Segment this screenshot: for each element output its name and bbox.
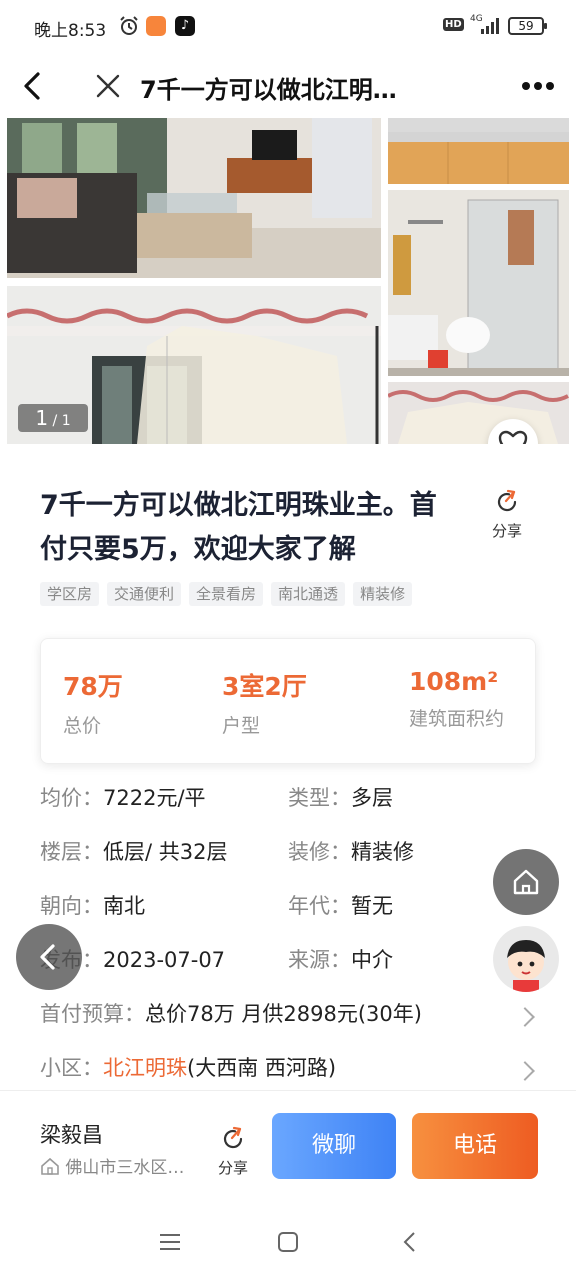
community-link[interactable]: 北江明珠 [103, 1056, 187, 1080]
chevron-right-icon [515, 1007, 535, 1027]
layout-value: 3室2厅 [222, 672, 307, 701]
hd-badge: HD [443, 18, 464, 31]
share-button[interactable]: 分享 [484, 488, 530, 541]
detail-budget-row[interactable]: 首付预算：总价78万 月供2898元(30年) [40, 998, 536, 1038]
share-label: 分享 [491, 522, 522, 540]
tag: 精装修 [353, 582, 413, 606]
status-time: 晚上8:53 [34, 21, 107, 41]
share-icon [223, 1126, 243, 1149]
signal-icon [480, 17, 502, 39]
tag-list: 学区房 交通便利 全景看房 南北通透 精装修 [40, 582, 413, 606]
home-square-icon[interactable] [277, 1231, 299, 1253]
photo-kitchen[interactable] [388, 118, 569, 184]
area-value: 108m² [409, 667, 499, 696]
tag: 交通便利 [107, 582, 182, 606]
top-nav-bar: 7千一方可以做北江明… [0, 56, 576, 118]
back-float-button[interactable] [16, 924, 82, 990]
assistant-avatar[interactable] [493, 926, 559, 992]
agent-location: 佛山市三水区… [40, 1153, 184, 1178]
photo-bathroom[interactable] [388, 190, 569, 376]
page-title: 7千一方可以做北江明… [140, 76, 397, 104]
home-icon [513, 869, 539, 895]
chevron-left-icon [40, 944, 55, 970]
battery-icon: 59 [508, 17, 547, 35]
bottom-action-bar: 梁毅昌 佛山市三水区… 分享 微聊 电话 [0, 1090, 576, 1202]
chat-button[interactable]: 微聊 [272, 1113, 396, 1179]
detail-decoration: 装修：精装修 [288, 840, 414, 864]
gallery-counter: 1 / 1 [18, 404, 88, 432]
tag: 南北通透 [271, 582, 346, 606]
share-label: 分享 [217, 1159, 248, 1177]
total-price-value: 78万 [63, 672, 123, 701]
home-float-button[interactable] [493, 849, 559, 915]
total-price: 78万 总价 [63, 667, 123, 738]
app-notification-icon [146, 16, 166, 36]
summary-card: 78万 总价 3室2厅 户型 108m² 建筑面积约 [40, 638, 536, 764]
back-arrow-icon[interactable] [16, 66, 56, 106]
area: 108m² 建筑面积约 [409, 667, 504, 731]
photo-living-room[interactable] [7, 118, 381, 278]
more-dots-icon[interactable] [516, 66, 560, 106]
tiktok-icon: ♪ [175, 16, 195, 36]
detail-type: 类型：多层 [288, 786, 393, 810]
tag: 全景看房 [189, 582, 264, 606]
alarm-clock-icon [118, 15, 140, 41]
photo-gallery[interactable] [0, 118, 576, 444]
photo-bedroom-2[interactable] [388, 382, 569, 444]
layout: 3室2厅 户型 [222, 667, 307, 738]
tag: 学区房 [40, 582, 100, 606]
detail-year: 年代：暂无 [288, 894, 393, 918]
close-icon[interactable] [88, 66, 128, 106]
layout-label: 户型 [222, 715, 261, 737]
call-button[interactable]: 电话 [412, 1113, 538, 1179]
system-navigation-bar [0, 1202, 576, 1280]
status-bar: 晚上8:53 ♪ HD 4G 59 [0, 0, 576, 56]
menu-icon[interactable] [158, 1232, 182, 1252]
share-icon [497, 489, 517, 512]
house-icon [41, 1157, 59, 1175]
total-price-label: 总价 [63, 715, 102, 737]
listing-title: 7千一方可以做北江明珠业主。首付只要5万，欢迎大家了解 [40, 490, 437, 565]
detail-floor: 楼层：低层/ 共32层 [40, 840, 228, 864]
detail-unit-price: 均价：7222元/平 [40, 786, 206, 810]
listing-content: 7千一方可以做北江明珠业主。首付只要5万，欢迎大家了解 分享 学区房 交通便利 … [0, 444, 576, 1090]
share-button-bottom[interactable]: 分享 [214, 1125, 252, 1178]
detail-source: 来源：中介 [288, 948, 393, 972]
area-label: 建筑面积约 [409, 708, 505, 730]
detail-community-row[interactable]: 小区：北江明珠(大西南 西河路) [40, 1052, 536, 1090]
system-back-icon[interactable] [400, 1231, 420, 1253]
chevron-right-icon [515, 1061, 535, 1081]
agent-name: 梁毅昌 [40, 1123, 103, 1147]
